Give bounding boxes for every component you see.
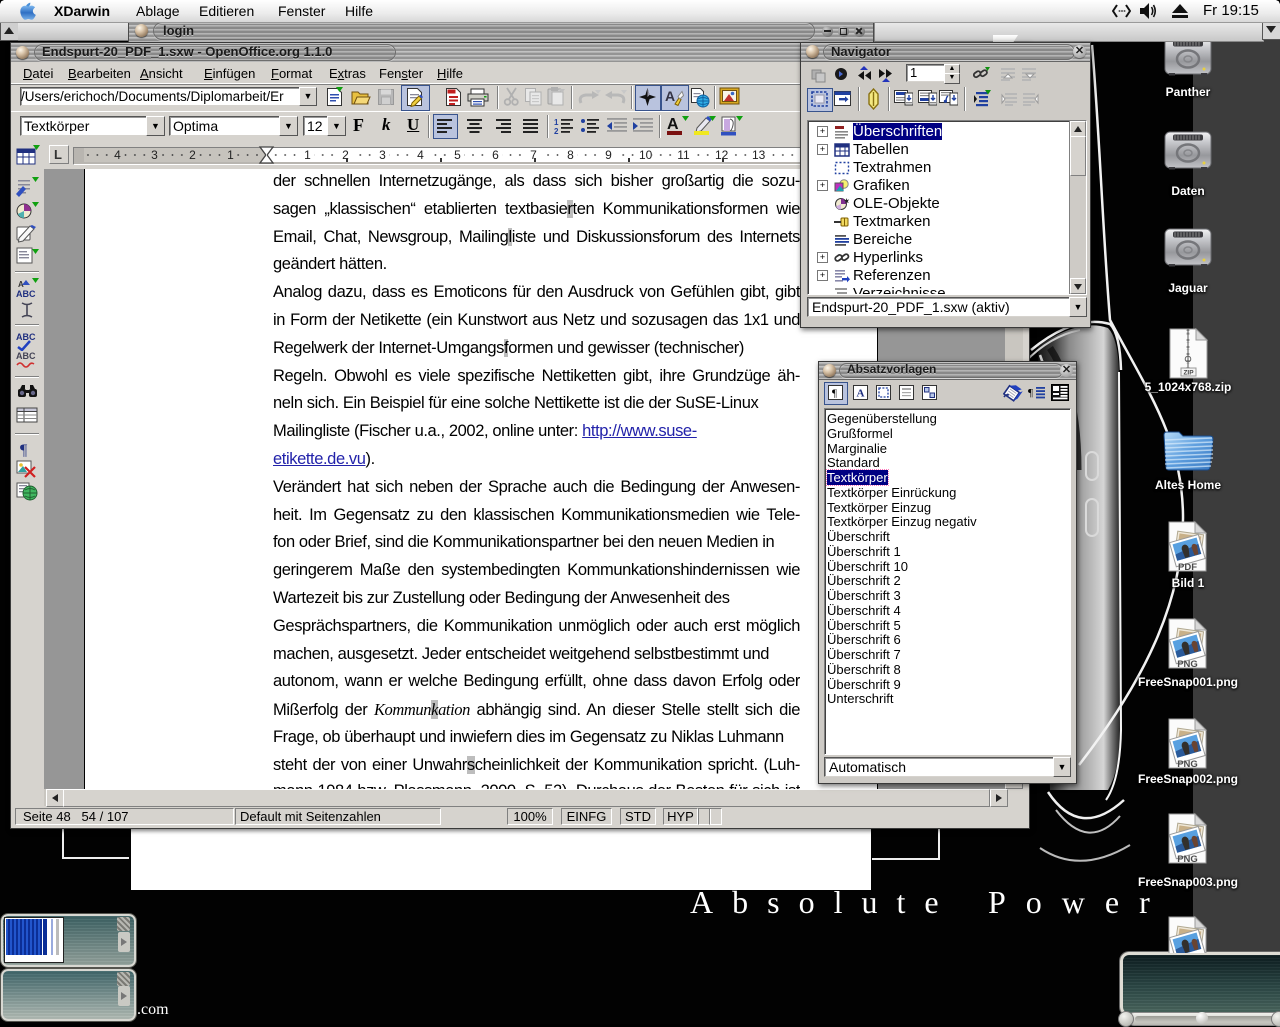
svg-text:A: A <box>667 116 679 133</box>
svg-text:ZIP: ZIP <box>1183 370 1194 377</box>
svg-text:ABC: ABC <box>16 332 36 342</box>
svg-text:A: A <box>665 88 675 104</box>
svg-text:PNG: PNG <box>1177 759 1198 770</box>
svg-text:PNG: PNG <box>1177 854 1198 865</box>
svg-text:¶: ¶ <box>1028 387 1033 399</box>
svg-text:2: 2 <box>554 127 559 135</box>
svg-text:1: 1 <box>554 118 559 127</box>
svg-text:PNG: PNG <box>1177 659 1198 670</box>
svg-text:PDF: PDF <box>1178 562 1197 573</box>
svg-text:¶: ¶ <box>20 442 28 459</box>
svg-text:ABC: ABC <box>16 289 36 298</box>
svg-text:¶: ¶ <box>832 388 837 400</box>
svg-text:ABC: ABC <box>16 351 36 361</box>
svg-text:A: A <box>857 388 865 400</box>
